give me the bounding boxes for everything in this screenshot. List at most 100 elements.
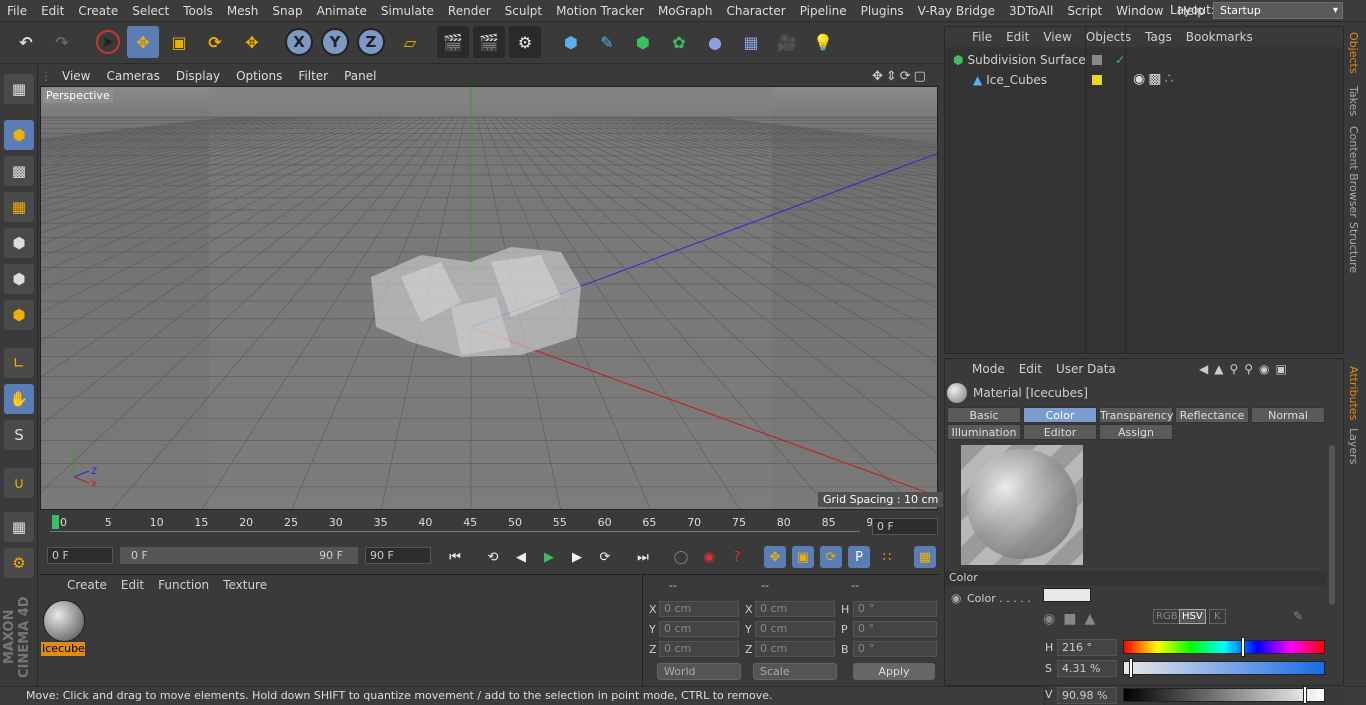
- material-menu-create[interactable]: Create: [60, 578, 114, 592]
- menu-character[interactable]: Character: [719, 4, 792, 18]
- objects-menu-file[interactable]: File: [965, 30, 999, 44]
- viewport-menu-options[interactable]: Options: [228, 69, 290, 83]
- end-frame-field[interactable]: 90 F: [365, 547, 431, 564]
- menu-animate[interactable]: Animate: [310, 4, 374, 18]
- position-y-field[interactable]: 0 cm: [659, 621, 739, 637]
- attr-menu-mode[interactable]: Mode: [965, 362, 1012, 376]
- menu-window[interactable]: Window: [1109, 4, 1170, 18]
- key-rotation-icon[interactable]: ⟳: [820, 546, 842, 568]
- layout-select[interactable]: Startup: [1213, 2, 1343, 19]
- tab-illumination[interactable]: Illumination: [947, 424, 1021, 440]
- snap-settings-icon[interactable]: ⚙: [4, 548, 34, 578]
- tab-color[interactable]: Color: [1023, 407, 1097, 423]
- soft-selection-icon[interactable]: S: [4, 420, 34, 450]
- menu-snap[interactable]: Snap: [265, 4, 309, 18]
- enabled-check-icon[interactable]: ✓: [1115, 53, 1125, 67]
- attr-menu-edit[interactable]: Edit: [1012, 362, 1049, 376]
- attr-menu-user-data[interactable]: User Data: [1049, 362, 1123, 376]
- timeline-window-icon[interactable]: ▦: [914, 546, 936, 568]
- menu-script[interactable]: Script: [1060, 4, 1109, 18]
- menu-mograph[interactable]: MoGraph: [651, 4, 720, 18]
- objects-menu-view[interactable]: View: [1036, 30, 1078, 44]
- key-position-icon[interactable]: ✥: [764, 546, 786, 568]
- autokey-icon[interactable]: ◉: [698, 546, 720, 568]
- go-to-end-icon[interactable]: ⏭: [632, 546, 654, 568]
- cloner-icon[interactable]: ✿: [663, 26, 695, 58]
- rotation-b-field[interactable]: 0 °: [853, 641, 937, 657]
- size-y-field[interactable]: 0 cm: [755, 621, 835, 637]
- tab-content-browser[interactable]: Content Browser: [1347, 126, 1360, 218]
- eyedropper-icon[interactable]: ✎: [1293, 609, 1303, 623]
- viewport-menu-panel[interactable]: Panel: [336, 69, 384, 83]
- start-frame-field[interactable]: 0 F: [47, 547, 113, 564]
- texture-mode-icon[interactable]: ▩: [4, 156, 34, 186]
- polygons-mode-icon[interactable]: ⬢: [4, 300, 34, 330]
- workplane-mode-icon[interactable]: ▦: [4, 192, 34, 222]
- coordinate-system-icon[interactable]: ▱: [394, 26, 426, 58]
- scale-select[interactable]: Scale: [753, 663, 837, 680]
- tab-assign[interactable]: Assign: [1099, 424, 1173, 440]
- world-select[interactable]: World: [657, 663, 741, 680]
- edges-mode-icon[interactable]: ⬢: [4, 264, 34, 294]
- v-value-field[interactable]: 90.98 %: [1057, 687, 1117, 704]
- attr-scrollbar[interactable]: [1329, 445, 1335, 605]
- menu-sculpt[interactable]: Sculpt: [498, 4, 549, 18]
- objects-menu-bookmarks[interactable]: Bookmarks: [1179, 30, 1260, 44]
- objects-menu-objects[interactable]: Objects: [1079, 30, 1138, 44]
- menu-edit[interactable]: Edit: [34, 4, 71, 18]
- move-tool-icon[interactable]: ✥: [127, 26, 159, 58]
- menu-motion-tracker[interactable]: Motion Tracker: [549, 4, 651, 18]
- subdivision-surface-icon[interactable]: ⬢: [627, 26, 659, 58]
- workplane-lock-icon[interactable]: ▦: [4, 512, 34, 542]
- objects-menu-edit[interactable]: Edit: [999, 30, 1036, 44]
- rgb-mode-button[interactable]: RGB: [1153, 609, 1181, 624]
- menu-vray-bridge[interactable]: V-Ray Bridge: [911, 4, 1002, 18]
- object-row-ice-cubes[interactable]: ▲ Ice_Cubes: [973, 73, 1047, 87]
- menu-pipeline[interactable]: Pipeline: [793, 4, 854, 18]
- color-swatch[interactable]: [1043, 588, 1091, 602]
- z-axis-lock-button[interactable]: Z: [357, 28, 385, 56]
- viewport-menu-display[interactable]: Display: [168, 69, 228, 83]
- tab-transparency[interactable]: Transparency: [1099, 407, 1173, 423]
- menu-3dtoall[interactable]: 3DToAll: [1002, 4, 1060, 18]
- kelvin-mode-button[interactable]: K: [1209, 609, 1226, 624]
- viewport-menu-cameras[interactable]: Cameras: [98, 69, 167, 83]
- position-x-field[interactable]: 0 cm: [659, 601, 739, 617]
- points-mode-icon[interactable]: ⬢: [4, 228, 34, 258]
- key-scale-icon[interactable]: ▣: [792, 546, 814, 568]
- camera-icon[interactable]: 🎥: [771, 26, 803, 58]
- tab-normal[interactable]: Normal: [1251, 407, 1325, 423]
- rotation-h-field[interactable]: 0 °: [853, 601, 937, 617]
- v-slider[interactable]: [1123, 688, 1325, 702]
- tab-reflectance[interactable]: Reflectance: [1175, 407, 1249, 423]
- y-axis-lock-button[interactable]: Y: [321, 28, 349, 56]
- material-menu-texture[interactable]: Texture: [216, 578, 274, 592]
- deformer-icon[interactable]: ●: [699, 26, 731, 58]
- menu-tools[interactable]: Tools: [176, 4, 220, 18]
- h-value-field[interactable]: 216 °: [1057, 639, 1117, 656]
- rotate-tool-icon[interactable]: ⟳: [199, 26, 231, 58]
- frame-range-slider[interactable]: 0 F 90 F: [120, 547, 358, 564]
- tab-editor[interactable]: Editor: [1023, 424, 1097, 440]
- hsv-mode-button[interactable]: HSV: [1179, 609, 1206, 624]
- viewport-menu-view[interactable]: View: [54, 69, 98, 83]
- timeline-playhead[interactable]: [52, 515, 59, 529]
- menu-simulate[interactable]: Simulate: [374, 4, 441, 18]
- s-slider[interactable]: [1123, 661, 1325, 675]
- h-slider[interactable]: [1123, 640, 1325, 654]
- cube-icon[interactable]: ⬢: [555, 26, 587, 58]
- snap-magnet-icon[interactable]: ∪: [4, 468, 34, 498]
- h-slider-handle[interactable]: [1241, 637, 1245, 657]
- size-x-field[interactable]: 0 cm: [755, 601, 835, 617]
- keyframe-selection-icon[interactable]: ?: [726, 546, 748, 568]
- material-name-label[interactable]: Icecubes: [41, 642, 85, 656]
- color-radio-icon[interactable]: ◉: [951, 591, 961, 605]
- pen-icon[interactable]: ✎: [591, 26, 623, 58]
- scale-tool-icon[interactable]: ▣: [163, 26, 195, 58]
- x-axis-lock-button[interactable]: X: [285, 28, 313, 56]
- material-tag-icons[interactable]: ◉▩∴: [1133, 71, 1176, 87]
- key-pla-icon[interactable]: ∷: [876, 546, 898, 568]
- material-menu-edit[interactable]: Edit: [114, 578, 151, 592]
- model-mode-icon[interactable]: ⬢: [4, 120, 34, 150]
- material-thumbnail[interactable]: [43, 600, 85, 642]
